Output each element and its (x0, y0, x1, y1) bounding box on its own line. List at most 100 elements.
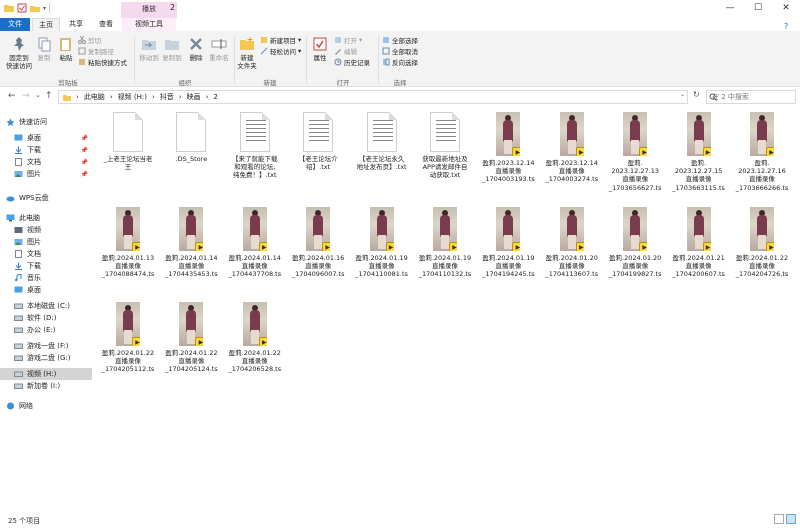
file-item[interactable]: ▶ 盈莉.2024.01.22 直播录像 _1704206528.ts (225, 302, 285, 374)
new-folder-icon[interactable] (30, 3, 40, 13)
file-item[interactable]: ▶ 盈莉.2024.01.14 直播录像 _1704435453.ts (161, 207, 221, 279)
invert-selection-button[interactable]: 反向选择 (382, 57, 418, 67)
nav-item[interactable]: 文档 📌 (0, 156, 92, 168)
copy-button[interactable]: 复制 (34, 36, 54, 62)
file-item[interactable]: ▶ 盈莉. 2023.12.27.15 直播录像 _1703663115.ts (669, 112, 729, 192)
nav-item[interactable]: 快速访问 (0, 116, 92, 128)
file-item[interactable]: 获取最新地址及 APP请发邮件自 动获取.txt (415, 112, 475, 180)
group-label-clipboard: 剪贴板 (58, 79, 78, 87)
breadcrumb-item[interactable]: 2 (213, 93, 217, 101)
tab-file[interactable]: 文件 (0, 18, 30, 31)
nav-item[interactable]: 软件 (D:) (0, 312, 92, 324)
pin-quick-access-button[interactable]: 固定到 快速访问 (4, 36, 34, 70)
nav-item[interactable]: 办公 (E:) (0, 324, 92, 336)
file-item[interactable]: ▶ 盈莉.2024.01.16 直播录像 _1704096007.ts (288, 207, 348, 279)
nav-item[interactable]: 网络 (0, 400, 92, 412)
forward-button[interactable]: → (22, 91, 30, 101)
nav-item[interactable]: 下载 (0, 260, 92, 272)
select-none-button[interactable]: 全部取消 (382, 46, 418, 56)
address-dropdown-icon[interactable]: ⌄ (680, 91, 685, 98)
paste-button[interactable]: 粘贴 (56, 36, 76, 62)
properties-button[interactable]: 属性 (310, 36, 330, 62)
nav-item[interactable]: 图片 (0, 236, 92, 248)
address-box[interactable]: › 此电脑 › 视频 (H:) › 抖音 › 映画 › 2 (58, 90, 688, 104)
file-item[interactable]: ▶ 盈莉.2023.12.14 直播录像 _1704003274.ts (542, 112, 602, 184)
file-item[interactable]: _上老王论坛当老 王 (98, 112, 158, 171)
nav-item[interactable]: 桌面 📌 (0, 132, 92, 144)
new-folder-button[interactable]: 新建 文件夹 (236, 36, 258, 70)
file-item[interactable]: 【来了就能下载 和观看的论坛, 纯免费！】.txt (225, 112, 285, 180)
refresh-button[interactable]: ↻ (693, 90, 700, 99)
cut-button[interactable]: 剪切 (78, 35, 127, 45)
new-item-button[interactable]: 新建项目 ▾ (260, 35, 301, 45)
minimize-button[interactable]: — (716, 0, 744, 18)
breadcrumb-item[interactable]: 抖音 (160, 92, 174, 102)
file-item[interactable]: .DS_Store (161, 112, 221, 163)
ribbon-tabs (0, 18, 800, 31)
maximize-button[interactable]: ☐ (744, 0, 772, 18)
properties-check-icon[interactable] (17, 3, 27, 13)
breadcrumb-item[interactable]: 此电脑 (84, 92, 105, 102)
move-to-label: 移动到 (139, 54, 159, 62)
large-icons-view-button[interactable] (786, 514, 796, 524)
file-item[interactable]: ▶ 盈莉. 2023.12.27.16 直播录像 _1703666266.ts (732, 112, 792, 192)
file-item[interactable]: ▶ 盈莉.2024.01.20 直播录像 _1704199827.ts (605, 207, 665, 279)
file-item[interactable]: ▶ 盈莉.2024.01.13 直播录像 _1704088474.ts (98, 207, 158, 279)
recent-locations-button[interactable]: ⌄ (35, 91, 41, 99)
delete-button[interactable]: 删除 (186, 36, 206, 62)
nav-item[interactable]: 下载 📌 (0, 144, 92, 156)
close-button[interactable]: ✕ (772, 0, 800, 18)
search-input[interactable]: 在 2 中搜索 (706, 90, 796, 104)
nav-item[interactable]: 桌面 (0, 284, 92, 296)
up-button[interactable]: ↑ (45, 91, 53, 101)
history-button[interactable]: 历史记录 (334, 57, 370, 67)
breadcrumb-item[interactable]: 映画 (187, 92, 201, 102)
back-button[interactable]: ← (8, 91, 16, 101)
copy-to-button[interactable]: 复制到 (161, 36, 183, 62)
nav-item[interactable]: WPS云盘 (0, 192, 92, 204)
nav-item[interactable]: 游戏二盘 (G:) (0, 352, 92, 364)
breadcrumb-separator: › (205, 93, 209, 101)
file-item[interactable]: ▶ 盈莉.2024.01.20 直播录像 _1704113607.ts (542, 207, 602, 279)
file-item[interactable]: ▶ 盈莉.2024.01.21 直播录像 _1704200607.ts (669, 207, 729, 279)
file-item[interactable]: ▶ 盈莉.2024.01.14 直播录像 _1704437708.ts (225, 207, 285, 279)
nav-item[interactable]: 本地磁盘 (C:) (0, 300, 92, 312)
file-item[interactable]: 【老王论坛永久 地址发布页】.txt (352, 112, 412, 171)
open-button[interactable]: 打开 ▾ (334, 35, 370, 45)
file-item[interactable]: ▶ 盈莉.2024.01.22 直播录像 _1704205124.ts (161, 302, 221, 374)
tab-view[interactable]: 查看 (92, 18, 120, 31)
nav-item[interactable]: 音乐 (0, 272, 92, 284)
help-icon[interactable]: ? (784, 22, 788, 31)
file-item[interactable]: ▶ 盈莉.2024.01.22 直播录像 _1704205112.ts (98, 302, 158, 374)
rename-button[interactable]: 重命名 (207, 36, 231, 62)
context-tab-play[interactable]: 播放 (121, 2, 177, 18)
nav-item[interactable]: 此电脑 (0, 212, 92, 224)
nav-item[interactable]: 视频 (0, 224, 92, 236)
paste-shortcut-button[interactable]: 粘贴快捷方式 (78, 57, 127, 67)
file-item[interactable]: ▶ 盈莉.2024.01.19 直播录像 _1704110081.ts (352, 207, 412, 279)
select-all-button[interactable]: 全部选择 (382, 35, 418, 45)
edit-button[interactable]: 编辑 (334, 46, 370, 56)
file-item[interactable]: ▶ 盈莉.2023.12.14 直播录像 _1704003193.ts (478, 112, 538, 184)
move-to-icon (142, 40, 156, 50)
tab-video-tools[interactable]: 视频工具 (122, 18, 176, 31)
move-to-button[interactable]: 移动到 (138, 36, 160, 62)
file-item[interactable]: ▶ 盈莉.2024.01.19 直播录像 _1704110132.ts (415, 207, 475, 279)
tab-share[interactable]: 共享 (62, 18, 90, 31)
file-item[interactable]: 【老王论坛介 绍】.txt (288, 112, 348, 171)
file-item[interactable]: ▶ 盈莉. 2023.12.27.13 直播录像 _1703656627.ts (605, 112, 665, 192)
copy-path-button[interactable]: 复制路径 (78, 46, 127, 56)
nav-item[interactable]: 新加卷 (I:) (0, 380, 92, 392)
nav-item[interactable]: 文档 (0, 248, 92, 260)
nav-item[interactable]: 游戏一盘 (F:) (0, 340, 92, 352)
file-item[interactable]: ▶ 盈莉.2024.01.19 直播录像 _1704194245.ts (478, 207, 538, 279)
tab-home[interactable]: 主页 (32, 18, 60, 31)
nav-item[interactable]: 图片 📌 (0, 168, 92, 180)
easy-access-button[interactable]: 轻松访问 ▾ (260, 46, 301, 56)
file-item[interactable]: ▶ 盈莉.2024.01.22 直播录像 _1704204726.ts (732, 207, 792, 279)
breadcrumb-item[interactable]: 视频 (H:) (118, 92, 147, 102)
details-view-button[interactable] (774, 514, 784, 524)
nav-item[interactable]: 视频 (H:) (0, 368, 92, 380)
qat-dropdown-icon[interactable]: ▾ (43, 5, 46, 12)
properties-icon (313, 37, 327, 51)
